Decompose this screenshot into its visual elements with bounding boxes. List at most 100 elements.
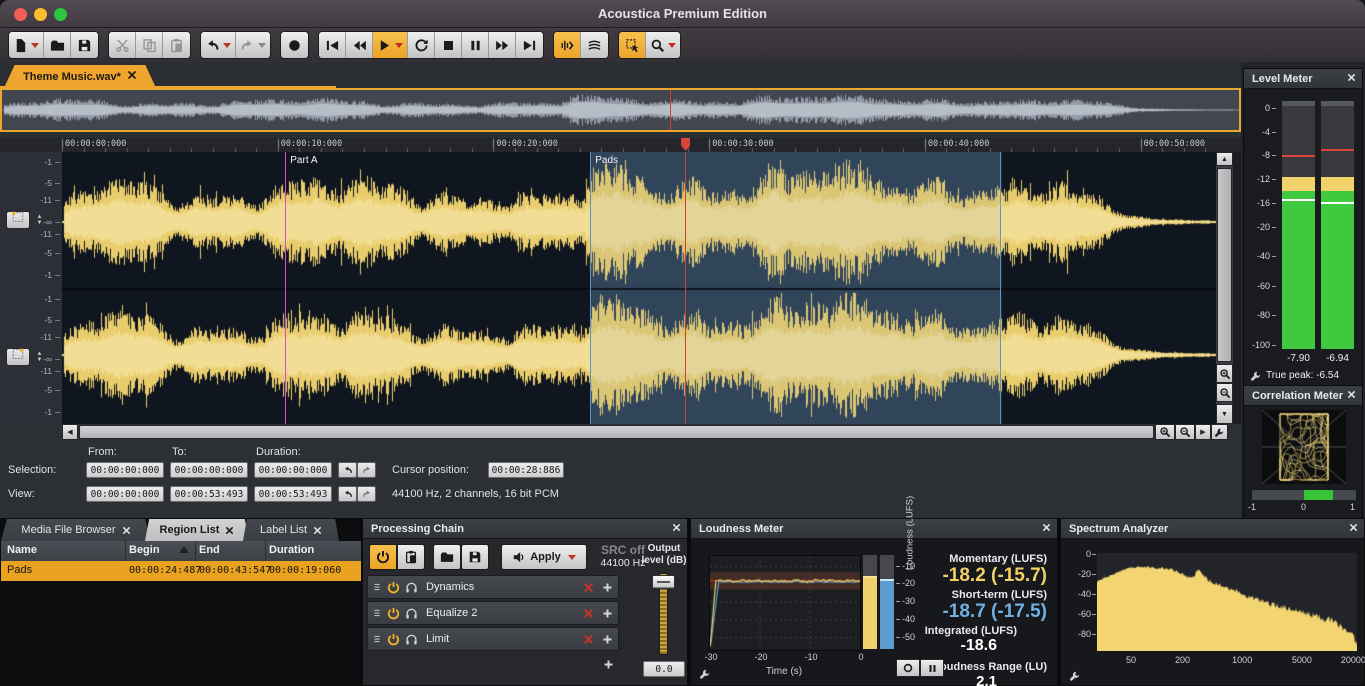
chain-item-equalize-2[interactable]: Equalize 2 [367, 601, 619, 625]
document-tab-close-icon[interactable] [127, 70, 137, 83]
close-x[interactable] [1347, 390, 1356, 399]
add-effect-icon[interactable] [602, 634, 613, 645]
horizontal-scroll-thumb[interactable] [79, 425, 1154, 439]
wrench-icon[interactable] [1250, 370, 1262, 382]
effect-power-icon[interactable] [387, 607, 400, 620]
go-to-end-button[interactable] [516, 32, 543, 58]
overview-waveform-strip[interactable] [0, 88, 1241, 132]
loop-button[interactable] [408, 32, 435, 58]
chain-open-button[interactable] [433, 544, 461, 570]
close-x[interactable] [1347, 73, 1356, 82]
document-tab-close-x[interactable] [127, 70, 137, 80]
marker-line-part-a[interactable] [285, 152, 286, 424]
add-effect-icon[interactable] [602, 582, 613, 593]
vertical-scroll-thumb[interactable] [1217, 168, 1232, 362]
correlation-meter-close-icon[interactable] [1347, 390, 1356, 402]
channel-2-select-button[interactable] [6, 348, 30, 366]
redo-icon[interactable] [362, 465, 372, 475]
undo-dropdown-caret[interactable] [223, 43, 231, 48]
drag-handle-icon[interactable] [371, 607, 383, 619]
play-button[interactable] [373, 32, 408, 58]
selection-region-overlay[interactable] [590, 152, 1001, 424]
new-file-button[interactable] [9, 32, 44, 58]
chain-save-button[interactable] [461, 544, 489, 570]
scroll-left-button[interactable]: ◀ [62, 424, 78, 440]
output-level-value[interactable]: 0.0 [643, 661, 685, 677]
scroll-down-button[interactable]: ▼ [1216, 404, 1233, 424]
fast-forward-button[interactable] [489, 32, 516, 58]
browser-tab-close-icon[interactable] [122, 526, 131, 535]
rewind-button[interactable] [346, 32, 373, 58]
paste-button[interactable] [163, 32, 190, 58]
vertical-zoom-out-button[interactable] [1216, 383, 1233, 402]
browser-tab-close-icon[interactable] [313, 526, 322, 535]
edit-tool-button[interactable] [619, 32, 646, 58]
processing-chain-close-icon[interactable] [672, 523, 681, 535]
pause-button[interactable] [462, 32, 489, 58]
record-button[interactable] [281, 32, 308, 58]
selection-to-field[interactable]: 00:00:00:000 [170, 462, 248, 478]
chain-item-dynamics[interactable]: Dynamics [367, 575, 619, 599]
chain-paste-button[interactable] [397, 544, 425, 570]
browser-tab-region-list[interactable]: Region List [145, 519, 249, 541]
redo-icon[interactable] [362, 489, 372, 499]
effect-power-icon[interactable] [387, 581, 400, 594]
view-duration-field[interactable]: 00:00:53:493 [254, 486, 332, 502]
chain-enable-button[interactable] [369, 544, 397, 570]
new-file-dropdown-caret[interactable] [31, 43, 39, 48]
cut-button[interactable] [109, 32, 136, 58]
timeline-ruler[interactable]: 00:00:00:00000:00:10:00000:00:20:00000:0… [0, 132, 1241, 152]
headphones-icon[interactable] [405, 607, 418, 620]
redo-1-button[interactable] [357, 486, 376, 502]
scroll-up-button[interactable]: ▲ [1216, 152, 1233, 166]
loudness-pause-button[interactable] [920, 659, 944, 677]
headphones-icon[interactable] [405, 633, 418, 646]
remove-effect-icon[interactable] [583, 582, 594, 593]
wave-layers-button[interactable] [581, 32, 608, 58]
apply-dropdown-caret[interactable] [568, 555, 576, 560]
horizontal-zoom-in-button[interactable] [1155, 424, 1175, 440]
browser-tab-close-icon[interactable] [225, 526, 234, 535]
column-header-name[interactable]: Name [7, 544, 37, 556]
loudness-meter-close-icon[interactable] [1042, 523, 1051, 535]
redo-button[interactable] [236, 32, 270, 58]
undo-0-button[interactable] [338, 462, 357, 478]
view-to-field[interactable]: 00:00:53:493 [170, 486, 248, 502]
loudness-reset-button[interactable] [896, 659, 920, 677]
remove-effect-icon[interactable] [583, 608, 594, 619]
channel-1-zoom-spinner[interactable]: ▲ ▼ [34, 211, 45, 229]
save-file-button[interactable] [71, 32, 98, 58]
vertical-zoom-in-button[interactable] [1216, 364, 1233, 383]
undo-icon[interactable] [343, 489, 353, 499]
overview-waveform-canvas[interactable] [2, 90, 1239, 130]
level-meter-close-icon[interactable] [1347, 73, 1356, 85]
editor-settings-wrench-button[interactable] [1211, 424, 1228, 440]
zoom-tool-button[interactable] [646, 32, 680, 58]
spectrum-analyzer-close-icon[interactable] [1349, 523, 1358, 535]
spectrum-settings-button[interactable] [1069, 669, 1081, 686]
undo-1-button[interactable] [338, 486, 357, 502]
column-header-duration[interactable]: Duration [269, 544, 314, 556]
go-to-start-button[interactable] [319, 32, 346, 58]
selection-from-field[interactable]: 00:00:00:000 [86, 462, 164, 478]
column-header-begin[interactable]: Begin [129, 544, 160, 556]
drag-handle-icon[interactable] [371, 633, 383, 645]
scroll-right-button[interactable]: ▶ [1195, 424, 1211, 440]
wrench-icon[interactable] [1214, 427, 1225, 438]
headphones-icon[interactable] [405, 581, 418, 594]
channel-1-select-button[interactable] [6, 211, 30, 229]
close-x[interactable] [1042, 523, 1051, 532]
loudness-settings-button[interactable] [699, 667, 711, 685]
wrench-icon[interactable] [699, 668, 711, 680]
apply-button[interactable]: Apply [501, 544, 587, 570]
undo-button[interactable] [201, 32, 236, 58]
horizontal-scrollbar[interactable]: ◀▶ [0, 424, 1241, 440]
chain-item-limit[interactable]: Limit [367, 627, 619, 651]
add-effect-icon[interactable] [602, 608, 613, 619]
channel-2-zoom-spinner[interactable]: ▲ ▼ [34, 348, 45, 366]
close-x[interactable] [1349, 523, 1358, 532]
document-tab[interactable]: Theme Music.wav* [4, 65, 156, 88]
remove-effect-icon[interactable] [583, 634, 594, 645]
view-from-field[interactable]: 00:00:00:000 [86, 486, 164, 502]
browser-tab-media-file-browser[interactable]: Media File Browser [1, 519, 151, 541]
